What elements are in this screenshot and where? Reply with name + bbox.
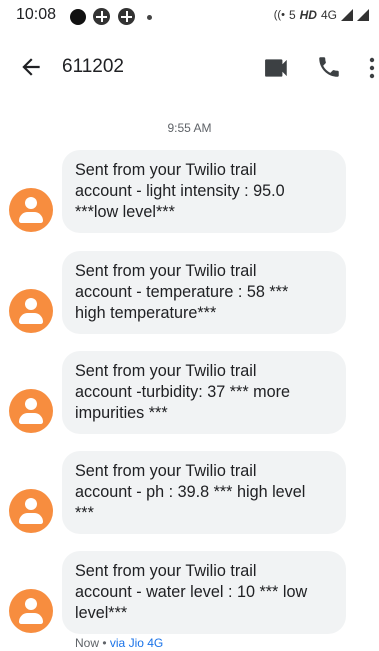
person-icon [25, 197, 37, 209]
person-icon [25, 398, 37, 410]
contact-title: 611202 [62, 56, 124, 77]
signal-icon [357, 9, 369, 21]
status-separator: • [99, 636, 110, 650]
app-notification-icon [93, 8, 110, 25]
signal-icon [341, 9, 353, 21]
back-arrow-icon[interactable] [18, 54, 44, 80]
contact-avatar[interactable] [9, 589, 53, 633]
message-bubble[interactable]: Sent from your Twilio trail account - li… [62, 150, 346, 233]
hotspot-icon: ((• [273, 9, 285, 21]
contact-avatar[interactable] [9, 188, 53, 232]
message-status: Now • via Jio 4G [75, 636, 163, 650]
status-indicators: ((• 5 HD 4G [274, 8, 369, 22]
app-bar: 611202 [0, 40, 379, 96]
message-bubble[interactable]: Sent from your Twilio trail account - ph… [62, 451, 346, 534]
status-bar: 10:08 ((• 5 HD 4G [0, 0, 379, 34]
more-notifications-dot-icon [147, 15, 152, 20]
contact-avatar[interactable] [9, 489, 53, 533]
status-time: 10:08 [16, 6, 57, 23]
app-notification-icon [118, 8, 135, 25]
contact-avatar[interactable] [9, 389, 53, 433]
person-icon [25, 498, 37, 510]
message-bubble[interactable]: Sent from your Twilio trail account - wa… [62, 551, 346, 634]
sim-carrier-label: via Jio 4G [109, 636, 164, 650]
person-icon [25, 298, 37, 310]
network-type-label: 4G [320, 8, 337, 22]
message-status-time: Now [75, 636, 100, 650]
message-bubble[interactable]: Sent from your Twilio trail account - te… [62, 251, 346, 334]
hd-label: HD [299, 8, 317, 22]
hotspot-count: 5 [288, 8, 296, 22]
message-bubble[interactable]: Sent from your Twilio trail account -tur… [62, 351, 346, 434]
notification-dot-icon [70, 9, 86, 25]
person-icon [25, 598, 37, 610]
more-options-icon[interactable] [366, 56, 378, 80]
video-call-icon[interactable] [264, 57, 290, 79]
contact-avatar[interactable] [9, 289, 53, 333]
phone-call-icon[interactable] [316, 54, 342, 80]
conversation-timestamp: 9:55 AM [167, 121, 212, 135]
